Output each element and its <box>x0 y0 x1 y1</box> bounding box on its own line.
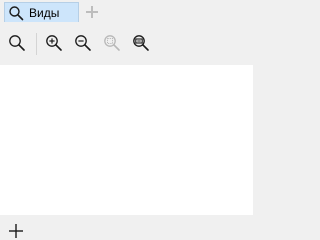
zoom-fit-button[interactable] <box>132 34 150 52</box>
zoom-out-icon <box>74 34 92 52</box>
toolbar-separator <box>36 33 37 55</box>
view-button[interactable] <box>8 34 26 52</box>
add-view-button[interactable] <box>7 222 25 240</box>
tab-bar: Виды <box>0 0 253 24</box>
bottom-bar <box>0 215 253 240</box>
zoom-in-button[interactable] <box>45 34 63 52</box>
zoom-area-button[interactable] <box>103 34 121 52</box>
add-tab-button[interactable] <box>84 4 100 20</box>
tab-label: Виды <box>29 6 60 20</box>
zoom-area-icon <box>103 34 121 52</box>
plus-icon <box>84 4 100 20</box>
toolbar <box>0 24 253 65</box>
search-icon <box>8 5 24 21</box>
zoom-fit-icon <box>132 34 150 52</box>
tab-views[interactable]: Виды <box>4 2 79 22</box>
zoom-in-icon <box>45 34 63 52</box>
views-list-area[interactable] <box>0 65 253 215</box>
magnifier-icon <box>8 34 26 52</box>
zoom-out-button[interactable] <box>74 34 92 52</box>
plus-icon <box>7 222 25 240</box>
